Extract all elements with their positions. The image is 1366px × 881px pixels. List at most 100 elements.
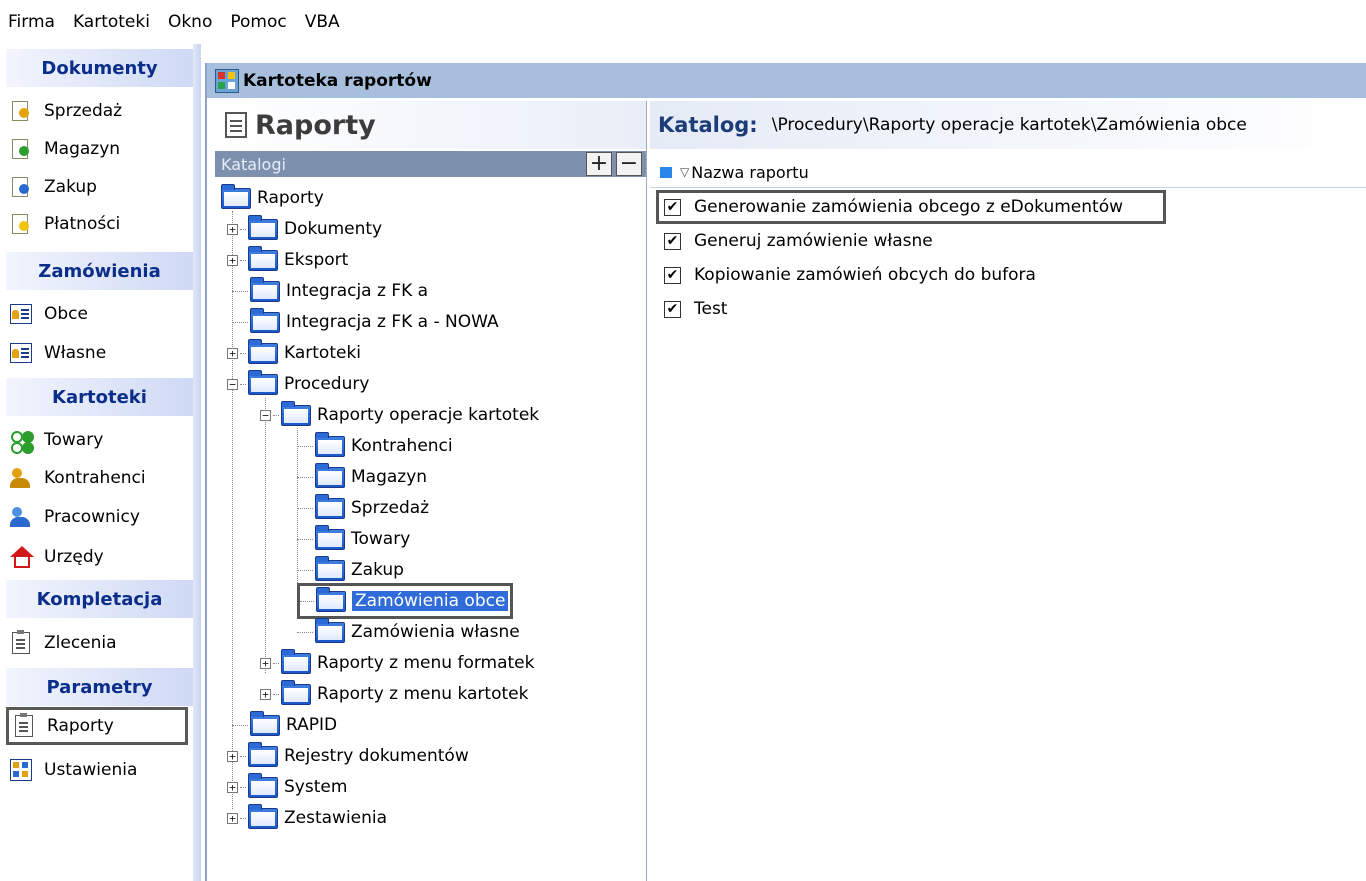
nav-item-label: Urzędy	[44, 547, 104, 567]
nav-item-magazyn[interactable]: Magazyn	[6, 131, 188, 167]
tree-node-system[interactable]: + System	[227, 772, 347, 802]
report-row[interactable]: ✔ Generuj zamówienie własne	[650, 224, 1366, 258]
tree-node-sprzedaz[interactable]: Sprzedaż	[297, 493, 429, 523]
tree-node-label: Sprzedaż	[351, 498, 430, 518]
expand-icon[interactable]: +	[227, 223, 238, 235]
report-checkbox[interactable]: ✔	[664, 266, 681, 284]
expand-icon[interactable]: +	[227, 254, 238, 266]
nav-item-label: Raporty	[47, 716, 114, 736]
tree-node-zamowienia-obce[interactable]: Zamówienia obce	[297, 583, 514, 619]
nav-item-kontrahenci[interactable]: Kontrahenci	[6, 460, 188, 496]
tree-connector	[297, 631, 313, 633]
nav-group-zamowienia[interactable]: Zamówienia	[6, 252, 193, 290]
menu-okno[interactable]: Okno	[159, 0, 221, 44]
menu-kartoteki[interactable]: Kartoteki	[64, 0, 159, 44]
catalog-path-label: Katalog:	[658, 113, 758, 137]
expand-icon[interactable]: +	[260, 657, 271, 669]
folder-icon	[248, 214, 278, 240]
window-title-bar: Kartoteka raportów	[207, 63, 1366, 98]
tree-node-dokumenty[interactable]: + Dokumenty	[227, 214, 382, 244]
nav-item-label: Kontrahenci	[44, 468, 146, 488]
nav-item-platnosci[interactable]: Płatności	[6, 206, 188, 242]
column-header-nazwa[interactable]: ▽ Nazwa raportu	[650, 157, 1366, 188]
tree-guide	[265, 398, 266, 673]
catalog-path-value: \Procedury\Raporty operacje kartotek\Zam…	[771, 115, 1247, 135]
tree-node-label: System	[284, 777, 348, 797]
nav-group-kompletacja[interactable]: Kompletacja	[6, 580, 193, 618]
tree-connector	[297, 569, 313, 571]
nav-item-pracownicy[interactable]: Pracownicy	[6, 499, 188, 535]
catalog-label: Katalogi	[221, 154, 286, 174]
tree-node-integracja[interactable]: Integracja z FK a	[232, 276, 428, 306]
menu-vba[interactable]: VBA	[296, 0, 349, 44]
tree-node-label: Kartoteki	[284, 343, 362, 363]
tree-node-zamowienia-wlasne[interactable]: Zamówienia własne	[297, 617, 520, 647]
tree-node-rejestry[interactable]: + Rejestry dokumentów	[227, 741, 469, 771]
tree-node-label: Zakup	[351, 560, 404, 580]
tree-node-label: Raporty z menu kartotek	[317, 684, 529, 704]
tree-node-zakup[interactable]: Zakup	[297, 555, 404, 585]
add-catalog-button[interactable]: +	[586, 152, 612, 176]
menu-firma[interactable]: Firma	[0, 0, 64, 44]
report-checkbox[interactable]: ✔	[664, 232, 681, 250]
expand-icon[interactable]: +	[227, 347, 238, 359]
nav-item-obce[interactable]: Obce	[6, 296, 188, 332]
tree-connector	[232, 321, 248, 323]
folder-icon	[248, 369, 278, 395]
pane-title-text: Raporty	[255, 109, 376, 141]
report-row[interactable]: ✔ Generowanie zamówienia obcego z eDokum…	[656, 190, 1166, 224]
report-checkbox[interactable]: ✔	[664, 300, 681, 318]
nav-item-towary[interactable]: Towary	[6, 422, 188, 458]
settings-icon	[10, 759, 32, 781]
collapse-icon[interactable]: −	[260, 409, 271, 421]
window-title: Kartoteka raportów	[243, 70, 432, 91]
expand-icon[interactable]: +	[227, 750, 238, 762]
folder-icon	[250, 276, 280, 302]
tree-node-raporty-kartotek[interactable]: + Raporty z menu kartotek	[260, 679, 528, 709]
tree-node-procedury[interactable]: − Procedury	[227, 369, 369, 399]
tree-node-magazyn[interactable]: Magazyn	[297, 462, 427, 492]
report-row[interactable]: ✔ Kopiowanie zamówień obcych do bufora	[650, 258, 1366, 292]
tree-node-integracja-nowa[interactable]: Integracja z FK a - NOWA	[232, 307, 499, 337]
nav-item-sprzedaz[interactable]: Sprzedaż	[6, 93, 188, 129]
nav-item-raporty[interactable]: Raporty	[6, 707, 188, 745]
expand-icon[interactable]: +	[227, 781, 238, 793]
purchase-document-icon	[12, 177, 29, 197]
remove-catalog-button[interactable]: −	[616, 152, 642, 176]
folder-icon	[315, 493, 345, 519]
nav-item-zakup[interactable]: Zakup	[6, 169, 188, 205]
report-row[interactable]: ✔ Test	[650, 292, 1366, 326]
nav-item-ustawienia[interactable]: Ustawienia	[6, 752, 188, 788]
nav-item-label: Własne	[44, 343, 107, 363]
tree-node-raporty[interactable]: Raporty	[221, 183, 324, 213]
tree-node-eksport[interactable]: + Eksport	[227, 245, 348, 275]
menu-pomoc[interactable]: Pomoc	[221, 0, 295, 44]
nav-item-label: Zlecenia	[44, 633, 117, 653]
tree-node-kartoteki[interactable]: + Kartoteki	[227, 338, 361, 368]
collapse-icon[interactable]: −	[227, 378, 238, 390]
expand-icon[interactable]: +	[260, 688, 271, 700]
nav-group-dokumenty[interactable]: Dokumenty	[6, 49, 193, 87]
tree-node-kontrahenci[interactable]: Kontrahenci	[297, 431, 453, 461]
contractors-icon	[10, 467, 32, 489]
nav-item-wlasne[interactable]: Własne	[6, 335, 188, 371]
nav-group-parametry[interactable]: Parametry	[6, 668, 193, 706]
tree-node-label: Dokumenty	[284, 219, 383, 239]
report-checkbox[interactable]: ✔	[664, 198, 681, 216]
order-card-icon	[10, 343, 32, 363]
folder-icon	[248, 245, 278, 271]
tree-node-zestawienia[interactable]: + Zestawienia	[227, 803, 387, 833]
nav-item-zlecenia[interactable]: Zlecenia	[6, 625, 188, 661]
nav-divider	[193, 44, 201, 881]
tree-connector	[297, 507, 313, 509]
nav-group-kartoteki[interactable]: Kartoteki	[6, 378, 193, 416]
expand-icon[interactable]: +	[227, 812, 238, 824]
tree-node-raporty-formatek[interactable]: + Raporty z menu formatek	[260, 648, 535, 678]
nav-item-label: Ustawienia	[44, 760, 138, 780]
reports-window: Kartoteka raportów Raporty Katalogi + − …	[205, 63, 1366, 881]
tree-node-towary[interactable]: Towary	[297, 524, 410, 554]
nav-item-urzedy[interactable]: Urzędy	[6, 539, 188, 575]
column-chooser-icon[interactable]	[660, 166, 672, 178]
tree-node-raporty-operacje[interactable]: − Raporty operacje kartotek	[260, 400, 539, 430]
tree-node-rapid[interactable]: RAPID	[232, 710, 337, 740]
